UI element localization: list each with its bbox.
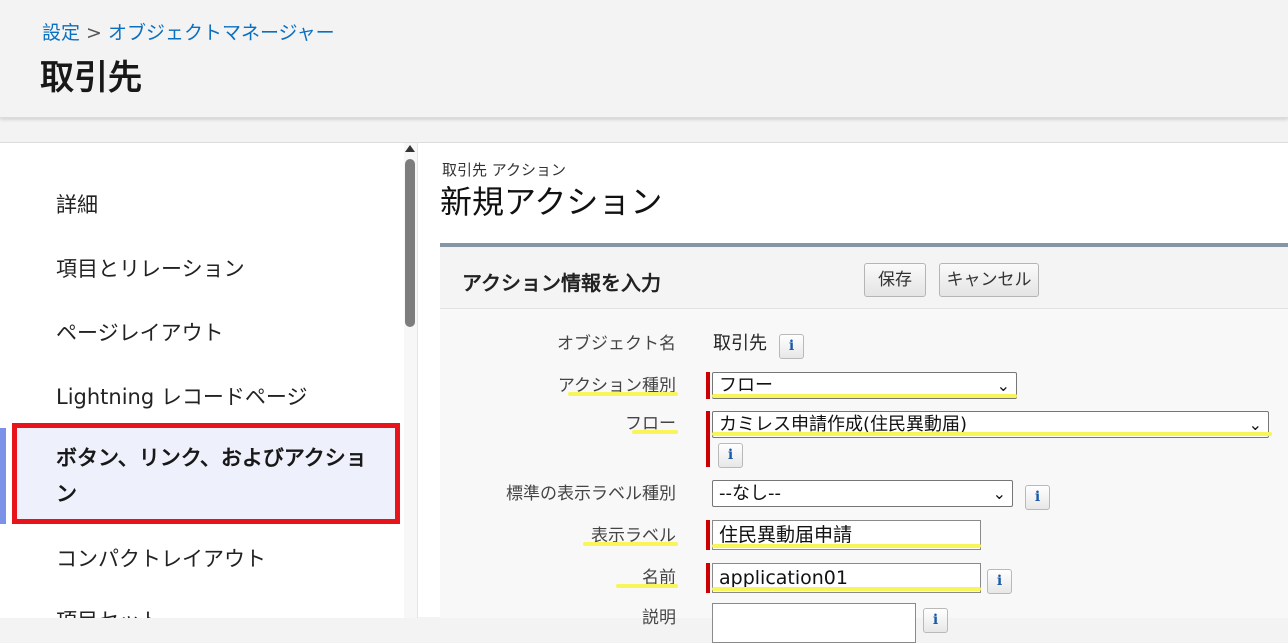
content-card: 詳細 項目とリレーション ページレイアウト Lightning レコードページ …: [0, 142, 1288, 643]
sidebar-item-fields-relationships[interactable]: 項目とリレーション: [56, 253, 245, 283]
info-icon[interactable]: i: [1025, 485, 1050, 510]
object-name-label: オブジェクト名: [557, 334, 676, 354]
active-indicator-bar: [0, 428, 6, 524]
cancel-button[interactable]: キャンセル: [939, 263, 1039, 297]
label-highlight: [568, 392, 678, 396]
standard-label-type-select[interactable]: --なし-- ⌄: [712, 480, 1013, 507]
section-title: 新規アクション: [440, 183, 663, 221]
chevron-down-icon: ⌄: [992, 484, 1006, 503]
sidebar-item-page-layouts[interactable]: ページレイアウト: [56, 317, 224, 347]
sidebar-item-compact-layouts[interactable]: コンパクトレイアウト: [56, 543, 266, 573]
breadcrumb-object-manager-link[interactable]: オブジェクトマネージャー: [108, 22, 335, 44]
info-icon[interactable]: i: [718, 443, 743, 468]
info-icon[interactable]: i: [779, 334, 804, 359]
breadcrumb: 設定 > オブジェクトマネージャー: [42, 18, 335, 45]
breadcrumb-setup-link[interactable]: 設定: [42, 22, 80, 44]
scrollbar-thumb[interactable]: [405, 159, 415, 327]
description-textarea[interactable]: [712, 603, 916, 643]
required-indicator: [706, 372, 710, 399]
scroll-up-arrow-icon[interactable]: [405, 145, 415, 152]
required-indicator: [706, 411, 710, 467]
breadcrumb-separator: >: [86, 22, 102, 44]
required-indicator: [706, 520, 710, 550]
standard-label-type-value: --なし--: [719, 483, 781, 504]
object-name-value: 取引先: [713, 333, 767, 354]
save-button[interactable]: 保存: [864, 263, 926, 297]
label-highlight: [616, 584, 678, 588]
sidebar-item-buttons-links-actions-label: ボタン、リンク、およびアクション: [56, 446, 367, 506]
sidebar-item-details[interactable]: 詳細: [56, 189, 98, 219]
field-highlight: [712, 432, 1272, 436]
panel-title: アクション情報を入力: [462, 271, 661, 295]
sidebar-item-field-sets[interactable]: 項目セット: [56, 605, 161, 618]
info-icon[interactable]: i: [923, 608, 948, 633]
sidebar: 詳細 項目とリレーション ページレイアウト Lightning レコードページ …: [0, 143, 418, 618]
label-highlight: [632, 430, 678, 434]
field-highlight: [712, 587, 981, 591]
required-indicator: [706, 563, 710, 593]
sidebar-item-lightning-record-pages[interactable]: Lightning レコードページ: [56, 381, 307, 411]
info-icon[interactable]: i: [987, 569, 1012, 594]
label-highlight: [583, 542, 678, 546]
standard-label-type-label: 標準の表示ラベル種別: [506, 484, 676, 504]
page-header: 設定 > オブジェクトマネージャー 取引先: [0, 0, 1288, 118]
field-highlight: [712, 394, 1017, 398]
field-highlight: [712, 544, 981, 548]
action-info-panel: アクション情報を入力 保存 キャンセル オブジェクト名 取引先 i アクション種…: [440, 243, 1288, 643]
description-label: 説明: [642, 608, 676, 628]
page-title: 取引先: [40, 58, 142, 98]
panel-header: アクション情報を入力 保存 キャンセル: [440, 247, 1288, 309]
action-type-value: フロー: [719, 375, 773, 396]
